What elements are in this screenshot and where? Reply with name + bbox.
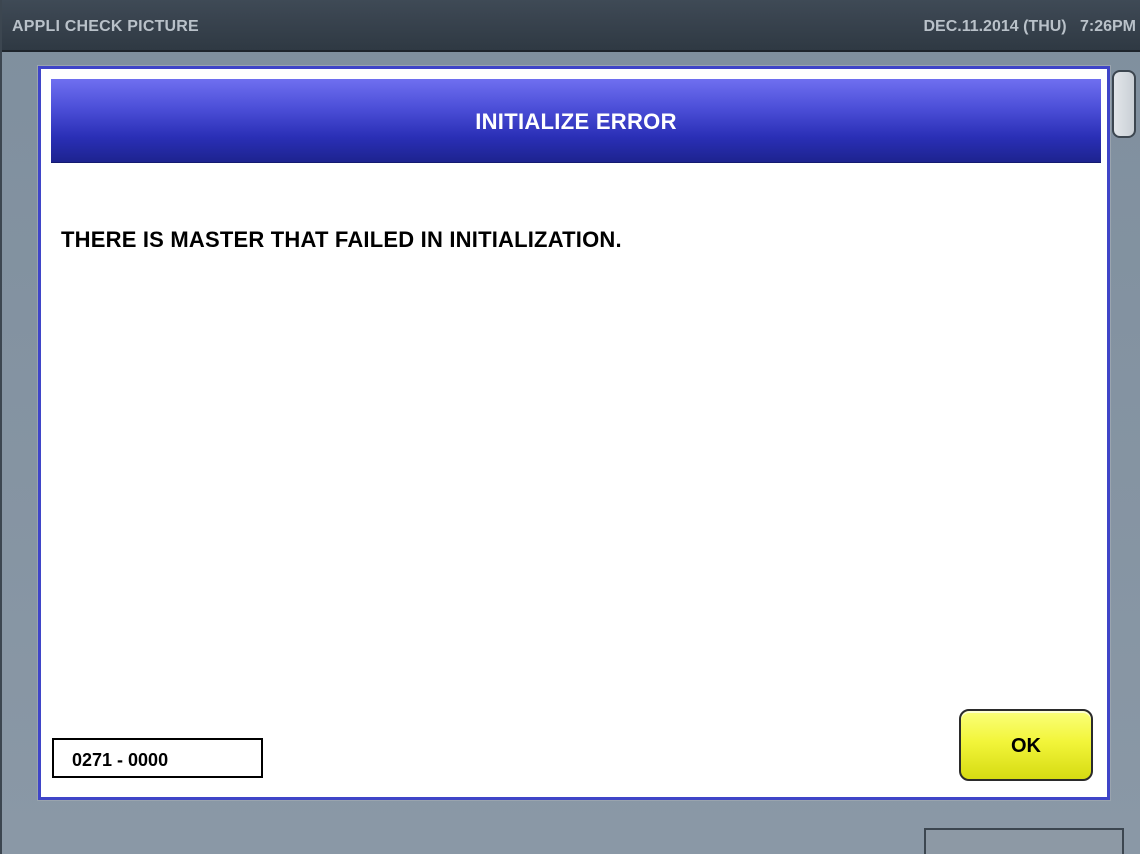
error-dialog: INITIALIZE ERROR THERE IS MASTER THAT FA…	[38, 66, 1110, 800]
error-code-box: 0271 - 0000	[52, 738, 263, 778]
dialog-title: INITIALIZE ERROR	[475, 109, 677, 134]
background-panel-button[interactable]	[924, 828, 1124, 854]
app-title: APPLI CHECK PICTURE	[12, 18, 199, 35]
title-bar: APPLI CHECK PICTURE DEC.11.2014 (THU) 7:…	[2, 0, 1140, 52]
error-message: THERE IS MASTER THAT FAILED IN INITIALIZ…	[61, 227, 622, 252]
screen: APPLI CHECK PICTURE DEC.11.2014 (THU) 7:…	[0, 0, 1140, 854]
scrollbar-handle[interactable]	[1112, 70, 1136, 138]
datetime-display: DEC.11.2014 (THU) 7:26PM	[923, 18, 1136, 35]
ok-button[interactable]: OK	[959, 709, 1093, 781]
ok-button-label: OK	[1011, 735, 1041, 757]
dialog-header: INITIALIZE ERROR	[51, 79, 1101, 163]
error-code: 0271 - 0000	[72, 750, 169, 770]
